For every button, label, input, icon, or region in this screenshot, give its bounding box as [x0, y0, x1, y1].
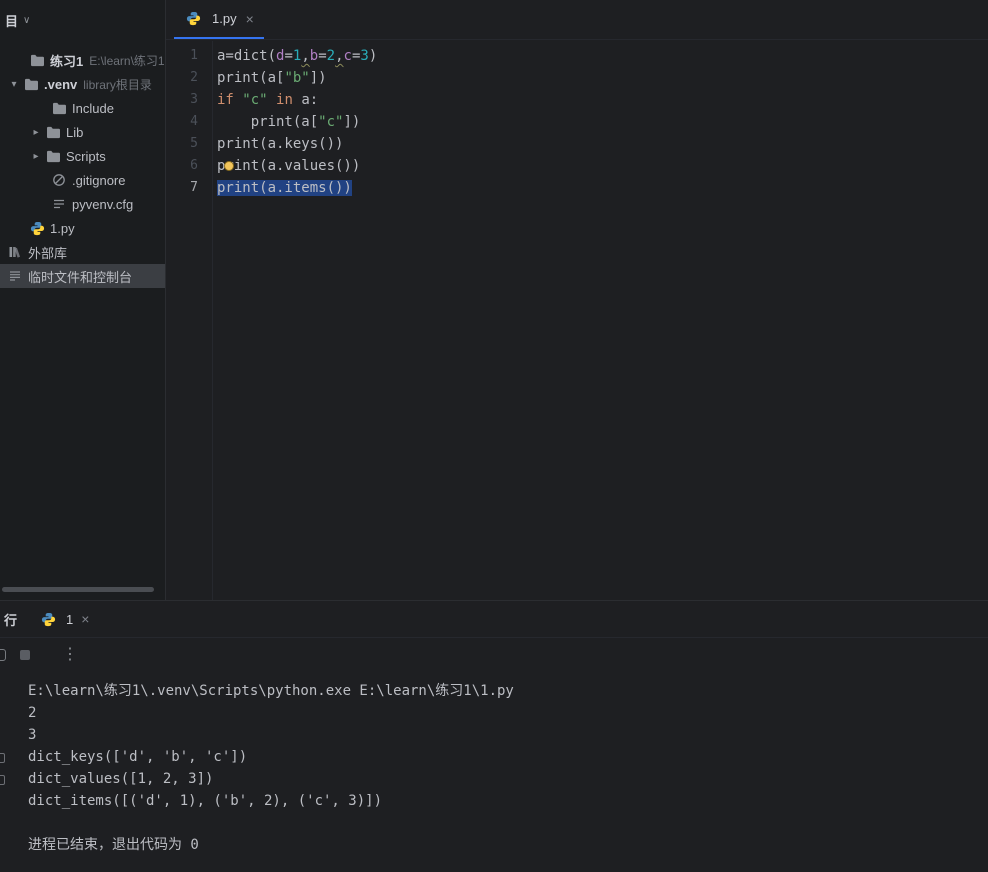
- tree-item[interactable]: .gitignore: [0, 168, 165, 192]
- project-panel-header[interactable]: 目 ∨: [0, 0, 165, 40]
- tree-item-label: Lib: [66, 125, 83, 140]
- python-run-icon: [39, 612, 57, 627]
- project-panel: 目 ∨ 练习1 E:\learn\练习1 ▾ .venv library根目录 Inclu…: [0, 0, 166, 600]
- editor[interactable]: 1234567 a=dict(d=1,b=2,c=3)print(a["b"])…: [166, 41, 988, 600]
- editor-tab-label: 1.py: [212, 11, 237, 26]
- console-output[interactable]: E:\learn\练习1\.venv\Scripts\python.exe E:…: [0, 672, 988, 856]
- code-area[interactable]: a=dict(d=1,b=2,c=3)print(a["b"])if "c" i…: [213, 41, 988, 600]
- horizontal-scrollbar[interactable]: [2, 587, 154, 592]
- tree-item[interactable]: pyvenv.cfg: [0, 192, 165, 216]
- run-panel: 行 1 × ⋮ E:\learn\练习1\.venv\Scripts\pytho…: [0, 600, 988, 872]
- console-line: dict_keys(['d', 'b', 'c']): [28, 746, 988, 768]
- chevron-down-icon: ∨: [23, 15, 30, 26]
- code-line[interactable]: if "c" in a:: [217, 89, 988, 111]
- run-panel-title: 行: [0, 610, 31, 629]
- code-line[interactable]: print(a.keys()): [217, 133, 988, 155]
- tree-item-label: .venv: [44, 77, 77, 92]
- tree-item-label: Include: [72, 101, 114, 116]
- tree-item-label: Scripts: [66, 149, 106, 164]
- folder-icon: [22, 78, 40, 91]
- tree-item[interactable]: 外部库: [0, 240, 165, 264]
- tree-item[interactable]: 练习1 E:\learn\练习1: [0, 48, 165, 72]
- intention-bulb-icon[interactable]: [224, 161, 234, 171]
- console-line: dict_values([1, 2, 3]): [28, 768, 988, 790]
- stop-icon[interactable]: [16, 649, 34, 661]
- tree-item-label: .gitignore: [72, 173, 125, 188]
- tree-item[interactable]: ▸ Scripts: [0, 144, 165, 168]
- chevron-right-icon[interactable]: ▸: [28, 151, 44, 162]
- library-icon: [6, 245, 24, 259]
- project-tree: 练习1 E:\learn\练习1 ▾ .venv library根目录 Include ▸ L…: [0, 40, 165, 288]
- tree-item[interactable]: 临时文件和控制台: [0, 264, 165, 288]
- run-toolbar: ⋮: [0, 638, 988, 672]
- console-line: 3: [28, 724, 988, 746]
- folder-icon: [50, 102, 68, 115]
- tree-item-hint: E:\learn\练习1: [89, 52, 164, 69]
- editor-tab-1py[interactable]: 1.py ×: [174, 0, 264, 39]
- console-line: [28, 812, 988, 834]
- console-line: E:\learn\练习1\.venv\Scripts\python.exe E:…: [28, 680, 988, 702]
- folder-icon: [44, 150, 62, 163]
- line-number[interactable]: 3: [166, 89, 212, 111]
- line-number[interactable]: 4: [166, 111, 212, 133]
- console-line: 进程已结束，退出代码为 0: [28, 834, 988, 856]
- gutter: 1234567: [166, 41, 213, 600]
- tree-item-label: 1.py: [50, 221, 75, 236]
- run-tab-label: 1: [66, 612, 73, 627]
- partial-icon[interactable]: [0, 753, 5, 763]
- tree-item-label: 外部库: [28, 243, 67, 262]
- console-icon: [6, 269, 24, 283]
- run-tab-1[interactable]: 1 ×: [31, 601, 97, 637]
- code-line[interactable]: print(a["b"]): [217, 67, 988, 89]
- tree-item-hint: library根目录: [83, 76, 152, 93]
- line-number[interactable]: 5: [166, 133, 212, 155]
- config-icon: [50, 197, 68, 211]
- tree-item[interactable]: 1.py: [0, 216, 165, 240]
- line-number[interactable]: 1: [166, 45, 212, 67]
- tree-item[interactable]: Include: [0, 96, 165, 120]
- code-line[interactable]: a=dict(d=1,b=2,c=3): [217, 45, 988, 67]
- console-line: 2: [28, 702, 988, 724]
- editor-area: 1.py × 1234567 a=dict(d=1,b=2,c=3)print(…: [166, 0, 988, 600]
- tree-item-label: 临时文件和控制台: [28, 267, 132, 286]
- ignore-icon: [50, 173, 68, 187]
- close-icon[interactable]: ×: [81, 611, 89, 627]
- python-file-icon: [184, 11, 202, 26]
- code-line[interactable]: print(a.values()): [217, 155, 988, 177]
- code-line[interactable]: print(a["c"]): [217, 111, 988, 133]
- ide-window: 目 ∨ 练习1 E:\learn\练习1 ▾ .venv library根目录 Inclu…: [0, 0, 988, 872]
- close-icon[interactable]: ×: [246, 11, 254, 27]
- chevron-down-icon[interactable]: ▾: [6, 79, 22, 90]
- python-icon: [28, 221, 46, 236]
- line-number[interactable]: 6: [166, 155, 212, 177]
- rerun-icon[interactable]: [0, 649, 6, 661]
- project-panel-title: 目: [5, 11, 18, 30]
- chevron-right-icon[interactable]: ▸: [28, 127, 44, 138]
- tree-item-label: 练习1: [50, 51, 83, 70]
- tree-item[interactable]: ▸ Lib: [0, 120, 165, 144]
- console-line: dict_items([('d', 1), ('b', 2), ('c', 3)…: [28, 790, 988, 812]
- partial-icon[interactable]: [0, 775, 5, 785]
- line-number[interactable]: 2: [166, 67, 212, 89]
- run-tabbar: 行 1 ×: [0, 601, 988, 638]
- folder-icon: [44, 126, 62, 139]
- tree-item-label: pyvenv.cfg: [72, 197, 133, 212]
- code-line[interactable]: print(a.items()): [217, 177, 988, 199]
- tree-item[interactable]: ▾ .venv library根目录: [0, 72, 165, 96]
- editor-tabbar: 1.py ×: [166, 0, 988, 40]
- more-options-icon[interactable]: ⋮: [62, 647, 78, 663]
- folder-icon: [28, 54, 46, 67]
- line-number[interactable]: 7: [166, 177, 212, 199]
